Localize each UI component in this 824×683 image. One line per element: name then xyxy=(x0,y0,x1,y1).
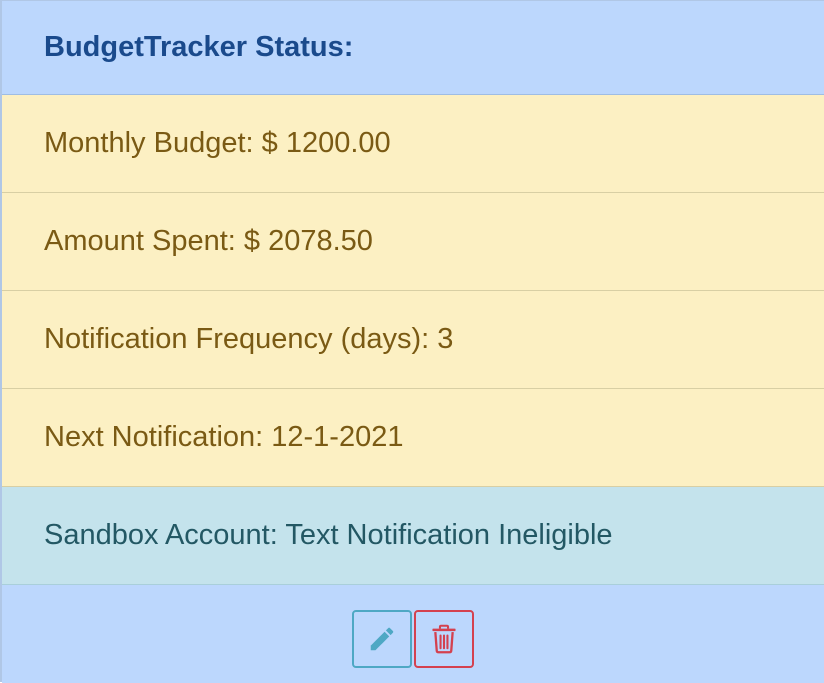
amount-spent-text: Amount Spent: $ 2078.50 xyxy=(44,225,373,257)
edit-button[interactable] xyxy=(352,610,412,668)
trash-icon xyxy=(432,624,456,654)
monthly-budget-text: Monthly Budget: $ 1200.00 xyxy=(44,127,391,159)
notification-frequency-text: Notification Frequency (days): 3 xyxy=(44,323,454,355)
budget-status-card: BudgetTracker Status: Monthly Budget: $ … xyxy=(0,0,824,683)
notification-frequency-row: Notification Frequency (days): 3 xyxy=(2,291,824,389)
monthly-budget-row: Monthly Budget: $ 1200.00 xyxy=(2,95,824,193)
sandbox-account-row: Sandbox Account: Text Notification Ineli… xyxy=(2,487,824,585)
card-title: BudgetTracker Status: xyxy=(44,31,354,63)
amount-spent-row: Amount Spent: $ 2078.50 xyxy=(2,193,824,291)
pencil-icon xyxy=(370,627,394,651)
next-notification-text: Next Notification: 12-1-2021 xyxy=(44,421,404,453)
delete-button[interactable] xyxy=(414,610,474,668)
sandbox-account-text: Sandbox Account: Text Notification Ineli… xyxy=(44,519,613,551)
next-notification-row: Next Notification: 12-1-2021 xyxy=(2,389,824,487)
card-footer xyxy=(2,585,824,683)
card-header: BudgetTracker Status: xyxy=(2,0,824,95)
